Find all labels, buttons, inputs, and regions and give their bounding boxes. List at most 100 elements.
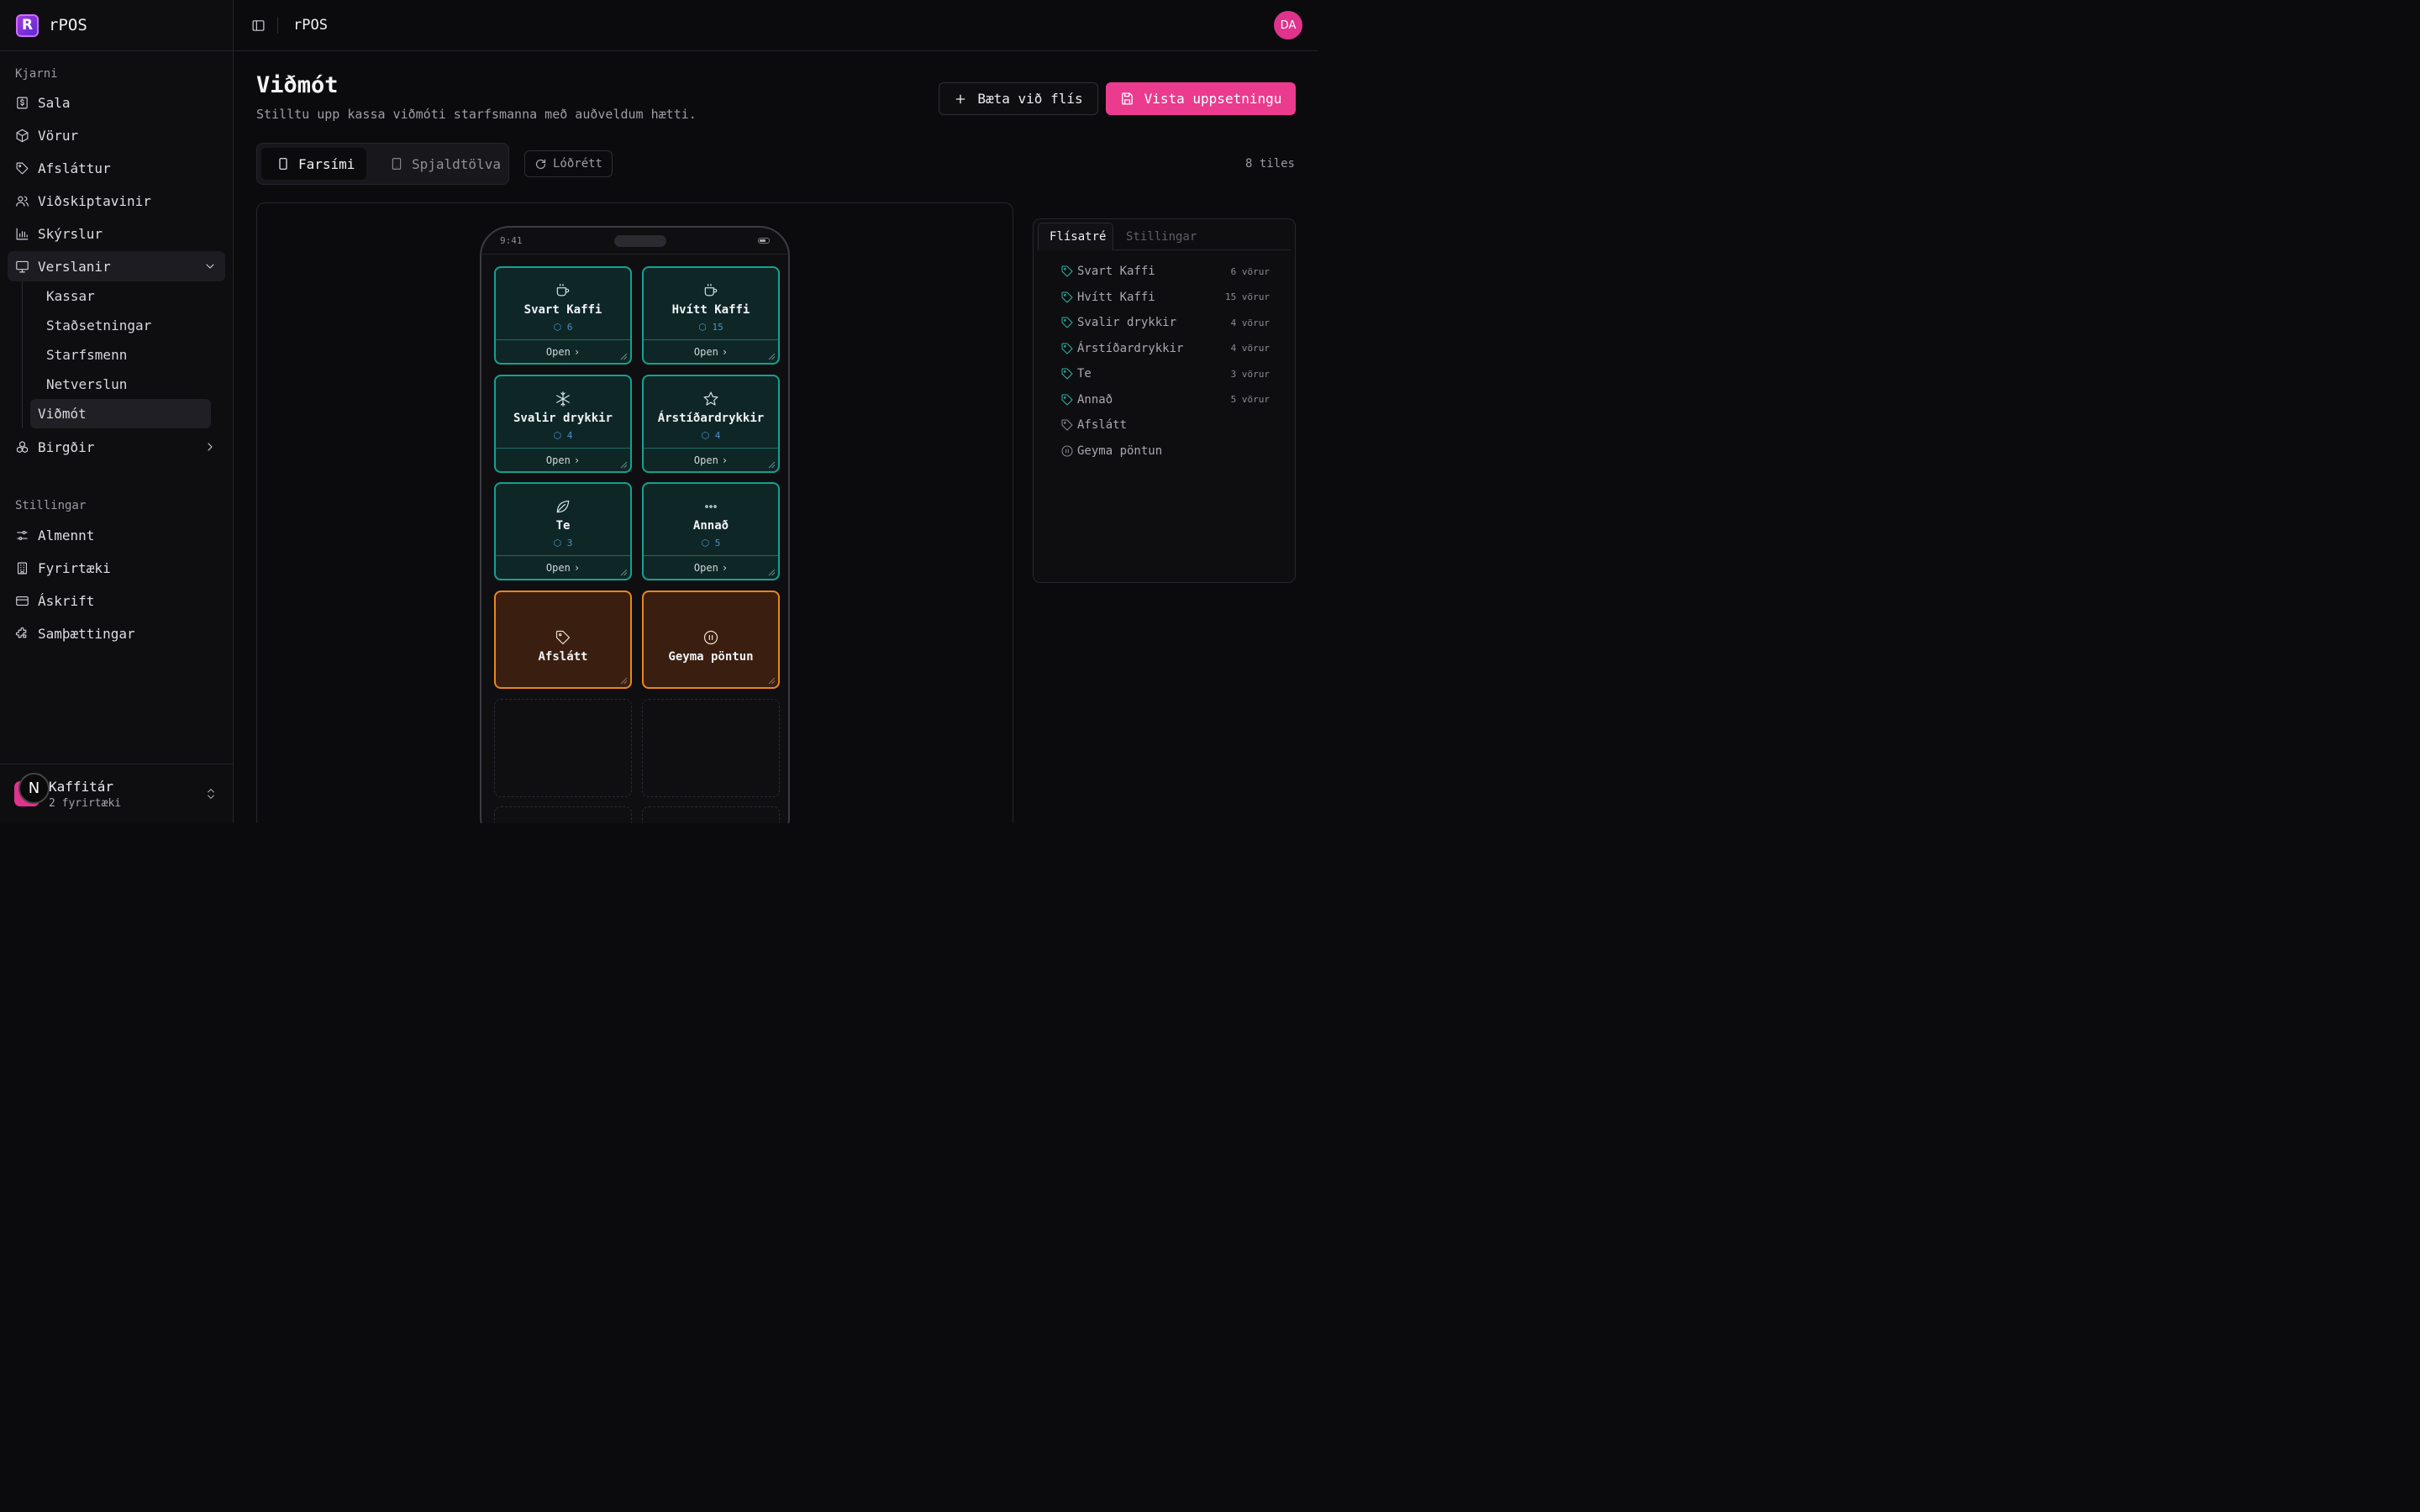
resize-handle-icon[interactable] [767, 460, 776, 469]
snowflake-icon [556, 391, 570, 407]
add-tile-button[interactable]: Bæta við flís [939, 82, 1098, 115]
resize-handle-icon[interactable] [619, 460, 628, 469]
phone-notch [614, 235, 666, 247]
resize-handle-icon[interactable] [767, 568, 776, 576]
resize-handle-icon[interactable] [619, 568, 628, 576]
resize-handle-icon[interactable] [619, 676, 628, 685]
star-icon [703, 391, 718, 406]
orientation-button[interactable]: Lóðrétt [524, 150, 613, 177]
tile-count: 8 tiles [1244, 157, 1295, 171]
resize-handle-icon[interactable] [619, 352, 628, 360]
sidebar-item-label: Birgðir [38, 438, 95, 455]
submenu-item-starfsmenn[interactable]: Starfsmenn [30, 340, 211, 370]
tab-settings[interactable]: Stillingar [1126, 223, 1197, 250]
tree-row[interactable]: Annað 5 vörur [1060, 387, 1279, 413]
sidebar-item-samthaettingar[interactable]: Samþættingar [8, 618, 225, 648]
resize-handle-icon[interactable] [767, 676, 776, 685]
tree-row-count: 5 vörur [1230, 394, 1270, 406]
tile-count-value: 4 [566, 430, 573, 441]
tile-count-value: 6 [566, 322, 573, 333]
org-name: Kaffitár [49, 779, 114, 795]
tile-open-button[interactable]: Open › [644, 339, 778, 363]
sidebar-toggle-icon[interactable] [251, 18, 266, 33]
tile-arstidardrykkir[interactable]: Árstíðardrykkir ⬡ 4 Open › [642, 375, 780, 473]
tile-afslatt[interactable]: Afslátt [494, 591, 632, 689]
tile-geyma-pontun[interactable]: Geyma pöntun [642, 591, 780, 689]
org-switcher[interactable]: N Kaffitár 2 fyrirtæki [0, 764, 233, 823]
building-icon [17, 562, 28, 574]
sidebar-item-skyrslur[interactable]: Skýrslur [8, 218, 225, 249]
device-tablet-option[interactable]: Spjaldtölva [375, 148, 501, 180]
tile-te[interactable]: Te ⬡ 3 Open › [494, 482, 632, 580]
empty-slot[interactable] [494, 699, 632, 797]
tile-open-button[interactable]: Open › [496, 448, 630, 471]
resize-handle-icon[interactable] [767, 352, 776, 360]
header-divider [277, 17, 278, 34]
tag-icon [1061, 265, 1073, 277]
submenu-item-kassar[interactable]: Kassar [30, 281, 211, 311]
leaf-icon [556, 500, 570, 513]
user-avatar[interactable]: DA [1274, 11, 1302, 39]
brand-name: rPOS [49, 16, 87, 34]
tile-svalir-drykkir[interactable]: Svalir drykkir ⬡ 4 Open › [494, 375, 632, 473]
coffee-cup-icon [704, 283, 718, 297]
tile-open-button[interactable]: Open › [496, 555, 630, 579]
nextjs-badge[interactable]: N [18, 773, 50, 804]
sidebar-item-fyrirtaeki[interactable]: Fyrirtæki [8, 553, 225, 583]
tile-open-button[interactable]: Open › [496, 339, 630, 363]
device-mobile-label: Farsími [298, 155, 355, 172]
submenu-item-stadsetningar[interactable]: Staðsetningar [30, 311, 211, 340]
tree-row[interactable]: Te 3 vörur [1060, 361, 1279, 387]
empty-slot[interactable] [642, 806, 780, 823]
smartphone-icon [279, 158, 287, 170]
sidebar-item-birgdir[interactable]: Birgðir [8, 432, 225, 462]
tile-hvitt-kaffi[interactable]: Hvítt Kaffi ⬡ 15 Open › [642, 266, 780, 365]
tile-count-value: 15 [712, 322, 723, 333]
tree-row[interactable]: Geyma pöntun [1060, 438, 1279, 465]
tile-name: Annað [692, 519, 729, 533]
sidebar-item-almennt[interactable]: Almennt [8, 520, 225, 550]
tile-svart-kaffi[interactable]: Svart Kaffi ⬡ 6 Open › [494, 266, 632, 365]
device-tablet-label: Spjaldtölva [412, 155, 501, 172]
device-mobile-option[interactable]: Farsími [261, 148, 366, 180]
sidebar-item-askrift[interactable]: Áskrift [8, 585, 225, 616]
sidebar-item-sala[interactable]: Sala [8, 87, 225, 118]
save-layout-button[interactable]: Vista uppsetningu [1106, 82, 1296, 115]
chevron-right-icon [208, 443, 213, 451]
tile-count-value: 3 [566, 538, 573, 549]
brand[interactable]: R rPOS [0, 0, 233, 51]
users-icon [16, 196, 29, 207]
empty-slot[interactable] [494, 806, 632, 823]
sidebar-item-label: Almennt [38, 527, 95, 543]
tree-row-count: 6 vörur [1230, 265, 1270, 277]
sidebar-item-vidskiptavinir[interactable]: Viðskiptavinir [8, 186, 225, 216]
tag-icon [1061, 291, 1073, 303]
submenu-item-vidmot[interactable]: Viðmót [30, 399, 211, 428]
tree-row-count: 4 vörur [1230, 317, 1270, 328]
tag-icon [1061, 317, 1073, 328]
credit-card-icon [16, 596, 29, 606]
sidebar-item-label: Skýrslur [38, 225, 103, 242]
sidebar-item-verslanir[interactable]: Verslanir [8, 251, 225, 281]
tile-open-button[interactable]: Open › [644, 448, 778, 471]
tile-open-button[interactable]: Open › [644, 555, 778, 579]
tree-row[interactable]: Svalir drykkir 4 vörur [1060, 310, 1279, 336]
submenu-item-netverslun[interactable]: Netverslun [30, 370, 211, 399]
tree-row[interactable]: Svart Kaffi 6 vörur [1060, 259, 1279, 285]
section-settings: Stillingar [15, 499, 87, 512]
tree-row-label: Svart Kaffi [1077, 265, 1155, 279]
tab-tile-tree[interactable]: Flísatré [1038, 223, 1113, 250]
empty-slot[interactable] [642, 699, 780, 797]
tile-annad[interactable]: Annað ⬡ 5 Open › [642, 482, 780, 580]
tree-row[interactable]: Hvítt Kaffi 15 vörur [1060, 285, 1279, 311]
tile-product-count: ⬡ 5 [644, 538, 778, 549]
section-core: Kjarni [15, 67, 58, 81]
tree-row[interactable]: Árstíðardrykkir 4 vörur [1060, 336, 1279, 362]
more-dots-icon [705, 505, 717, 508]
save-layout-label: Vista uppsetningu [1144, 91, 1282, 107]
tree-row[interactable]: Afslátt [1060, 412, 1279, 438]
sidebar-item-afslattur[interactable]: Afsláttur [8, 153, 225, 183]
bar-chart-icon [16, 228, 29, 239]
sidebar: R rPOS Kjarni Sala Vörur Afsláttur Viðsk… [0, 0, 234, 823]
sidebar-item-vorur[interactable]: Vörur [8, 120, 225, 150]
